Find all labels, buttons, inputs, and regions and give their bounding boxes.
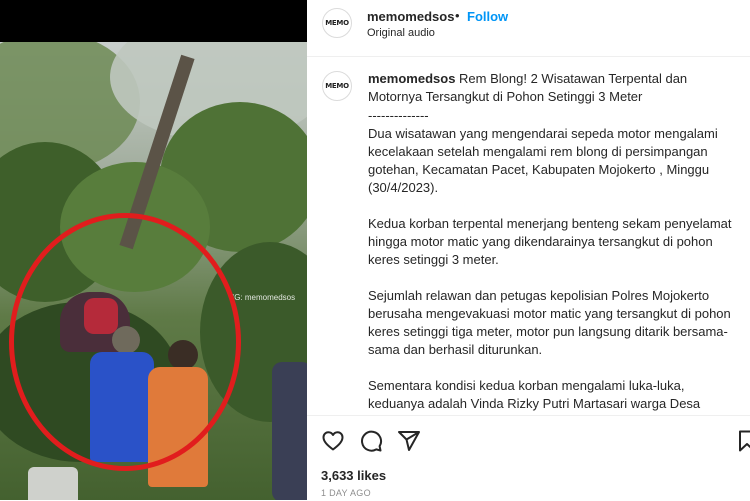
caption-paragraph: Sementara kondisi kedua korban mengalami… (368, 378, 701, 415)
caption-divider: -------------- (368, 108, 429, 123)
action-bar: 3,633 likes 1 DAY AGO (307, 415, 750, 501)
caption-avatar[interactable]: MEMO (322, 71, 352, 101)
heart-icon[interactable] (321, 429, 345, 453)
caption-avatar-logo: MEMO (325, 82, 349, 90)
caption-area[interactable]: MEMO memomedsos Rem Blong! 2 Wisatawan T… (307, 57, 750, 415)
comment-icon[interactable] (359, 429, 383, 453)
caption-body: -------------- Dua wisatawan yang mengen… (368, 107, 743, 415)
post-media[interactable]: IG: memomedsos (0, 0, 307, 500)
original-audio-link[interactable]: Original audio (367, 27, 435, 39)
header-avatar[interactable]: MEMO (322, 8, 352, 38)
post-panel: MEMO memomedsos • Follow Original audio … (307, 0, 750, 500)
caption-paragraph: Dua wisatawan yang mengendarai sepeda mo… (368, 126, 718, 195)
media-watermark: IG: memomedsos (232, 293, 296, 302)
avatar-logo: MEMO (325, 19, 349, 27)
post-time-ago[interactable]: 1 DAY AGO (321, 488, 371, 498)
share-icon[interactable] (397, 429, 421, 453)
post-header: MEMO memomedsos • Follow Original audio (307, 0, 750, 57)
highlight-circle (9, 213, 241, 471)
follow-button[interactable]: Follow (467, 9, 508, 24)
bookmark-icon[interactable] (735, 429, 750, 453)
header-username[interactable]: memomedsos (367, 9, 454, 24)
likes-count[interactable]: 3,633 likes (321, 468, 386, 483)
caption-paragraph: Kedua korban terpental menerjang benteng… (368, 216, 732, 267)
caption-username[interactable]: memomedsos (368, 71, 455, 86)
caption-paragraph: Sejumlah relawan dan petugas kepolisian … (368, 288, 731, 357)
header-separator: • (455, 8, 460, 23)
caption-title: memomedsos Rem Blong! 2 Wisatawan Terpen… (368, 70, 743, 106)
